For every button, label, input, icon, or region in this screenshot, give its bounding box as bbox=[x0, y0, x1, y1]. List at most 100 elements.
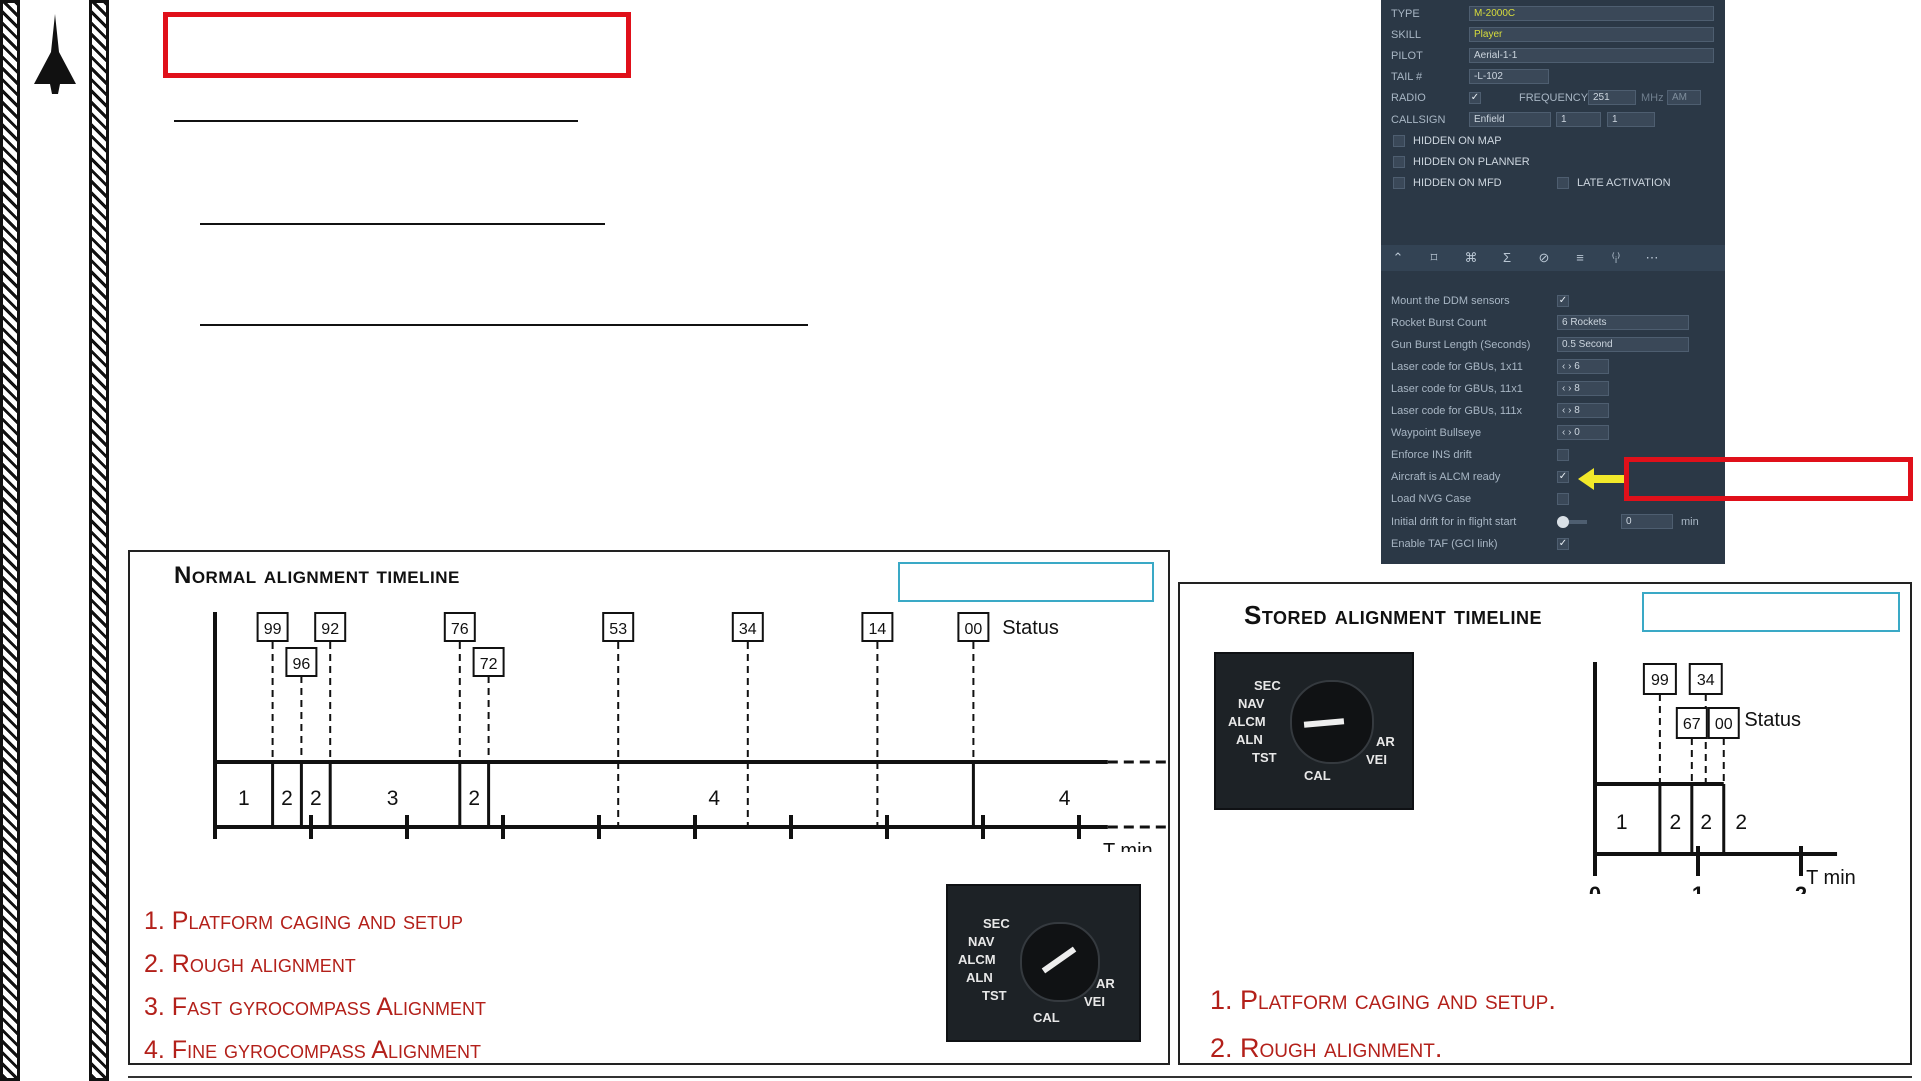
opt-rocket-select[interactable]: 6 Rockets bbox=[1557, 315, 1689, 330]
pilot-input[interactable]: Aerial-1-1 bbox=[1469, 48, 1714, 63]
alcm-callout-redbox bbox=[1624, 457, 1913, 501]
knob-label-tst: TST bbox=[982, 988, 1007, 1003]
normal-phase-label: 3 bbox=[387, 787, 399, 810]
opt-laser1-value: 6 bbox=[1574, 361, 1580, 372]
route-tab-icon[interactable]: ⌃ bbox=[1389, 249, 1407, 267]
radio-checkbox[interactable]: ✓ bbox=[1469, 92, 1481, 104]
hidden-map-label: HIDDEN ON MAP bbox=[1413, 135, 1502, 147]
stored-status-value: 34 bbox=[1697, 672, 1715, 689]
subheading-rule-2 bbox=[200, 324, 808, 326]
stored-knob-pointer bbox=[1303, 718, 1345, 728]
opt-laser3-label: Laser code for GBUs, 111x bbox=[1391, 405, 1523, 417]
opt-drift-slider-handle[interactable] bbox=[1557, 516, 1569, 528]
opt-laser2-label: Laser code for GBUs, 11x1 bbox=[1391, 383, 1523, 395]
knob-label-alcm: ALCM bbox=[958, 952, 996, 967]
hidden-map-checkbox[interactable] bbox=[1393, 135, 1405, 147]
stored-phase-label: 2 bbox=[1735, 811, 1747, 834]
knob-label-ar: AR bbox=[1096, 976, 1115, 991]
type-select[interactable]: M-2000C bbox=[1469, 6, 1714, 21]
command-tab-icon[interactable]: ⌘ bbox=[1462, 249, 1480, 267]
opt-bullseye-value: 0 bbox=[1574, 427, 1580, 438]
opt-ins-checkbox[interactable] bbox=[1557, 449, 1569, 461]
selector-knob bbox=[1020, 922, 1100, 1002]
opt-ddm-checkbox[interactable]: ✓ bbox=[1557, 295, 1569, 307]
normal-status-label: Status bbox=[1002, 617, 1059, 639]
hidden-mfd-label: HIDDEN ON MFD bbox=[1413, 177, 1502, 189]
opt-drift-unit: min bbox=[1681, 516, 1699, 528]
more-tab-icon[interactable]: ⋯ bbox=[1643, 249, 1661, 267]
normal-steps-list: 1. Platform caging and setup 2. Rough al… bbox=[144, 900, 486, 1072]
opt-gun-label: Gun Burst Length (Seconds) bbox=[1391, 339, 1531, 351]
opt-nvg-label: Load NVG Case bbox=[1391, 493, 1472, 505]
opt-taf-checkbox[interactable]: ✓ bbox=[1557, 538, 1569, 550]
sum-tab-icon[interactable]: Σ bbox=[1498, 249, 1516, 267]
heading-rule bbox=[174, 120, 578, 122]
opt-laser1-stepper[interactable]: ‹ › 6 bbox=[1557, 359, 1609, 374]
stored-status-value: 99 bbox=[1651, 672, 1669, 689]
payload-tab-icon[interactable]: ≡ bbox=[1571, 249, 1589, 267]
stored-knob-label-tst: TST bbox=[1252, 750, 1277, 765]
normal-t-label: T min bbox=[1103, 840, 1153, 852]
hidden-planner-checkbox[interactable] bbox=[1393, 156, 1405, 168]
radio-label: RADIO bbox=[1391, 92, 1426, 104]
title-redacted-box bbox=[163, 12, 631, 78]
opt-drift-label: Initial drift for in flight start bbox=[1391, 516, 1517, 528]
editor-toolbar: ⌃ ⌑ ⌘ Σ ⊘ ≡ ⁽ᵢ⁾ ⋯ bbox=[1381, 245, 1725, 271]
hidden-mfd-checkbox[interactable] bbox=[1393, 177, 1405, 189]
callsign-number-1[interactable]: 1 bbox=[1556, 112, 1601, 127]
normal-step-1: 1. Platform caging and setup bbox=[144, 907, 463, 935]
knob-label-vei: VEI bbox=[1084, 994, 1105, 1009]
tail-input[interactable]: -L-102 bbox=[1469, 69, 1549, 84]
normal-phase-label: 4 bbox=[708, 787, 720, 810]
normal-status-value: 34 bbox=[739, 621, 757, 638]
skill-select[interactable]: Player bbox=[1469, 27, 1714, 42]
frequency-label: FREQUENCY bbox=[1519, 92, 1589, 104]
stored-knob-label-ar: AR bbox=[1376, 734, 1395, 749]
normal-phase-label: 4 bbox=[1059, 787, 1071, 810]
opt-alcm-label: Aircraft is ALCM ready bbox=[1391, 471, 1501, 483]
normal-status-value: 99 bbox=[264, 621, 282, 638]
normal-phase-label: 2 bbox=[468, 787, 480, 810]
page-bottom-rule bbox=[128, 1076, 1912, 1078]
normal-selector-knob-photo: SEC NAV ALCM ALN TST CAL AR VEI bbox=[946, 884, 1141, 1042]
knob-label-aln: ALN bbox=[966, 970, 993, 985]
stored-alignment-panel: Stored alignment timeline SEC NAV ALCM A… bbox=[1178, 582, 1912, 1065]
normal-status-value: 14 bbox=[869, 621, 887, 638]
fuel-tab-icon[interactable]: ⊘ bbox=[1535, 249, 1553, 267]
target-tab-icon[interactable]: ⌑ bbox=[1425, 249, 1443, 267]
radio-tab-icon[interactable]: ⁽ᵢ⁾ bbox=[1607, 249, 1625, 267]
opt-nvg-checkbox[interactable] bbox=[1557, 493, 1569, 505]
opt-laser1-label: Laser code for GBUs, 1x11 bbox=[1391, 361, 1523, 373]
modulation-select[interactable]: AM bbox=[1667, 90, 1701, 105]
normal-step-4: 4. Fine gyrocompass Alignment bbox=[144, 1036, 481, 1064]
jet-silhouette-icon bbox=[34, 14, 76, 94]
opt-alcm-checkbox[interactable]: ✓ bbox=[1557, 471, 1569, 483]
frequency-input[interactable]: 251 bbox=[1588, 90, 1636, 105]
callsign-select[interactable]: Enfield bbox=[1469, 112, 1551, 127]
mhz-label: MHz bbox=[1641, 92, 1664, 104]
stored-steps-list: 1. Platform caging and setup. 2. Rough a… bbox=[1210, 976, 1556, 1072]
stored-knob-label-nav: NAV bbox=[1238, 696, 1265, 711]
opt-taf-label: Enable TAF (GCI link) bbox=[1391, 538, 1498, 550]
normal-status-value: 53 bbox=[609, 621, 627, 638]
stored-knob-label-alcm: ALCM bbox=[1228, 714, 1266, 729]
opt-laser2-stepper[interactable]: ‹ › 8 bbox=[1557, 381, 1609, 396]
late-activation-checkbox[interactable] bbox=[1557, 177, 1569, 189]
normal-alignment-panel: Normal alignment timeline 0123456789T mi… bbox=[128, 550, 1170, 1065]
normal-status-value: 76 bbox=[451, 621, 469, 638]
hidden-planner-label: HIDDEN ON PLANNER bbox=[1413, 156, 1530, 168]
opt-laser3-stepper[interactable]: ‹ › 8 bbox=[1557, 403, 1609, 418]
stored-panel-title: Stored alignment timeline bbox=[1244, 600, 1542, 630]
normal-phase-label: 2 bbox=[310, 787, 322, 810]
stored-tick-label: 1 bbox=[1692, 882, 1704, 894]
stored-selector-knob bbox=[1290, 680, 1374, 764]
opt-gun-select[interactable]: 0.5 Second bbox=[1557, 337, 1689, 352]
normal-step-3: 3. Fast gyrocompass Alignment bbox=[144, 993, 486, 1021]
stored-knob-label-vei: VEI bbox=[1366, 752, 1387, 767]
opt-drift-input[interactable]: 0 bbox=[1621, 514, 1673, 529]
left-hatch-strip bbox=[0, 0, 20, 1081]
callsign-number-2[interactable]: 1 bbox=[1607, 112, 1655, 127]
late-activation-label: LATE ACTIVATION bbox=[1577, 177, 1671, 189]
opt-bullseye-stepper[interactable]: ‹ › 0 bbox=[1557, 425, 1609, 440]
stored-status-value: 67 bbox=[1683, 716, 1701, 733]
